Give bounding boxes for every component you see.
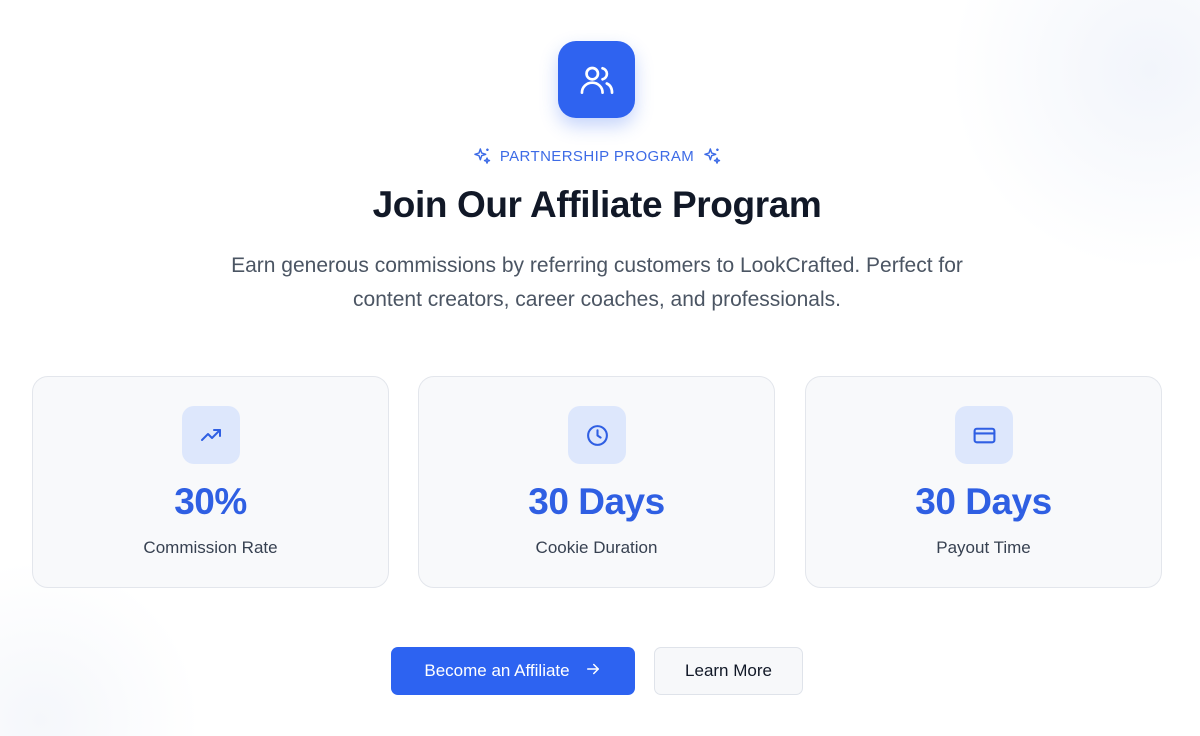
stat-value: 30 Days: [528, 481, 665, 522]
eyebrow-text: PARTNERSHIP PROGRAM: [499, 147, 695, 165]
stat-card-commission: 30% Commission Rate: [32, 376, 389, 588]
stat-label: Cookie Duration: [535, 538, 658, 557]
stat-label: Payout Time: [936, 538, 1031, 557]
stat-card-payout: 30 Days Payout Time: [805, 376, 1162, 588]
stat-value: 30 Days: [915, 481, 1052, 522]
trending-up-icon: [182, 406, 240, 464]
sparkles-icon: [472, 146, 492, 166]
become-affiliate-label: Become an Affiliate: [424, 661, 570, 680]
affiliate-program-section: PARTNERSHIP PROGRAM Join Our Affiliate P…: [0, 0, 1200, 736]
sparkles-icon: [702, 146, 722, 166]
eyebrow: PARTNERSHIP PROGRAM: [0, 144, 1194, 168]
credit-card-icon: [955, 406, 1013, 464]
page-title: Join Our Affiliate Program: [372, 184, 822, 225]
page-subtitle: Earn generous commissions by referring c…: [231, 254, 963, 311]
stat-card-cookie: 30 Days Cookie Duration: [418, 376, 775, 588]
arrow-right-icon: [584, 660, 602, 683]
become-affiliate-button[interactable]: Become an Affiliate: [391, 647, 635, 695]
stats-grid: 30% Commission Rate 30 Days Cookie Durat…: [32, 376, 1164, 588]
users-icon: [558, 41, 635, 118]
clock-icon: [568, 406, 626, 464]
stat-value: 30%: [174, 481, 247, 522]
learn-more-button[interactable]: Learn More: [654, 647, 803, 695]
stat-label: Commission Rate: [143, 538, 278, 557]
